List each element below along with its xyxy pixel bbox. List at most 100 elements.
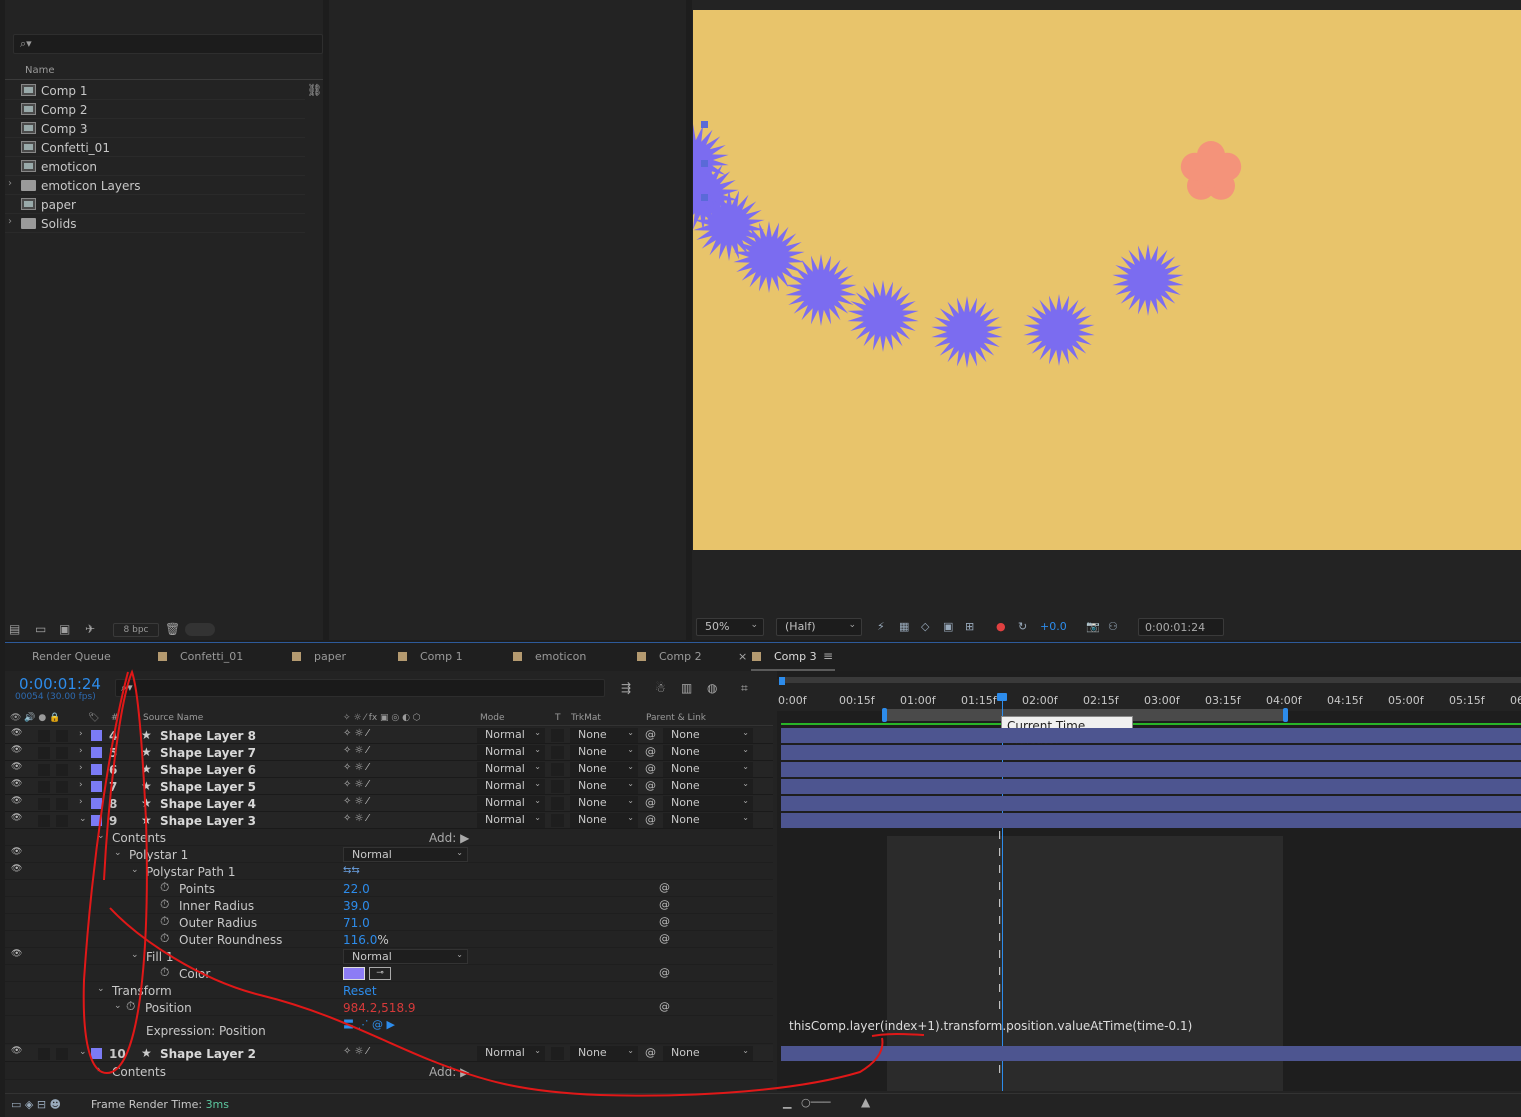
chevron-right-icon[interactable]: ›: [79, 780, 83, 790]
parent-select[interactable]: None ⌄: [663, 762, 753, 777]
chevron-down-icon[interactable]: ⌄: [131, 865, 139, 875]
eye-icon[interactable]: 👁: [11, 813, 22, 823]
motion-blur-icon[interactable]: ◍: [707, 681, 717, 695]
close-tab-icon[interactable]: ×: [738, 650, 747, 663]
path-direction-icon[interactable]: ⇆⇆: [343, 865, 360, 876]
expression-text[interactable]: thisComp.layer(index+1).transform.positi…: [789, 1019, 1192, 1033]
snapshot-icon[interactable]: 📷: [1086, 620, 1100, 633]
property-transform[interactable]: ⌄ Transform Reset: [5, 982, 773, 999]
mode-select[interactable]: Normal ⌄: [477, 1046, 545, 1061]
layer-row[interactable]: 👁 ⌄ 9 ★ Shape Layer 3 ✧ ☼ ⁄ Normal ⌄ None ⌄ @ None ⌄: [5, 812, 773, 829]
lock-toggle[interactable]: [56, 815, 68, 827]
property-contents-layer10[interactable]: › Contents Add: ▶: [5, 1063, 773, 1080]
tab-comp-1[interactable]: Comp 1: [420, 650, 463, 663]
lock-toggle[interactable]: [56, 730, 68, 742]
tab-confetti[interactable]: Confetti_01: [180, 650, 243, 663]
eye-icon[interactable]: 👁: [11, 728, 22, 738]
layer-switches[interactable]: ✧ ☼ ⁄: [343, 1046, 368, 1057]
eye-icon[interactable]: 👁: [11, 779, 22, 789]
mode-select[interactable]: Normal ⌄: [477, 813, 545, 828]
eye-icon[interactable]: 👁: [11, 864, 22, 874]
trash-icon[interactable]: 🗑: [165, 622, 180, 636]
parent-select[interactable]: None ⌄: [663, 745, 753, 760]
chevron-down-icon[interactable]: ⌄: [114, 1001, 122, 1011]
layer-duration-bar[interactable]: [781, 796, 1521, 811]
composition-canvas[interactable]: [693, 10, 1521, 550]
preserve-transparency-toggle[interactable]: [551, 814, 564, 827]
trkmat-select[interactable]: None ⌄: [570, 762, 638, 777]
chevron-down-icon[interactable]: ⌄: [114, 848, 122, 858]
mask-visibility-icon[interactable]: ◇: [921, 620, 929, 633]
tab-paper[interactable]: paper: [314, 650, 346, 663]
add-button[interactable]: Add: ▶: [429, 831, 469, 845]
parent-select[interactable]: None ⌄: [663, 796, 753, 811]
parent-pickwhip-icon[interactable]: @: [645, 1046, 656, 1059]
layer-name[interactable]: Shape Layer 5: [160, 780, 256, 794]
layer-name[interactable]: Shape Layer 6: [160, 763, 256, 777]
region-of-interest-icon[interactable]: ▣: [943, 620, 953, 633]
fast-previews-icon[interactable]: ⚡: [877, 620, 885, 633]
work-area-start-handle[interactable]: [882, 708, 887, 722]
time-ruler[interactable]: 0:00f 00:15f 01:00f 01:15f 02:00f 02:15f 03:00…: [777, 679, 1521, 711]
property-outer-radius[interactable]: ⏱ Outer Radius 71.0 @: [5, 914, 773, 931]
source-name-header[interactable]: Source Name: [143, 713, 203, 723]
points-value[interactable]: 22.0: [343, 882, 370, 896]
eye-icon[interactable]: 👁: [11, 847, 22, 857]
inner-radius-value[interactable]: 39.0: [343, 899, 370, 913]
layer-row[interactable]: 👁 › 6 ★ Shape Layer 6 ✧ ☼ ⁄ Normal ⌄ None ⌄ @ None ⌄: [5, 761, 773, 778]
pickwhip-icon[interactable]: @: [659, 966, 670, 979]
label-color-swatch[interactable]: [91, 781, 102, 792]
new-comp-icon[interactable]: ▣: [59, 622, 70, 636]
switches-icons[interactable]: ✧ ☼ ⁄ fx ▣ ◎ ◐ ⬡: [343, 713, 421, 723]
trkmat-select[interactable]: None ⌄: [570, 779, 638, 794]
lock-toggle[interactable]: [56, 798, 68, 810]
label-color-swatch[interactable]: [91, 764, 102, 775]
show-snapshot-icon[interactable]: ⚇: [1108, 620, 1118, 633]
work-area-end-handle[interactable]: [1283, 708, 1288, 722]
exposure-value[interactable]: +0.0: [1040, 620, 1067, 633]
lock-toggle[interactable]: [56, 747, 68, 759]
render-icon[interactable]: ✈: [85, 622, 95, 636]
project-item[interactable]: › Solids: [5, 214, 305, 233]
solo-toggle[interactable]: [38, 730, 50, 742]
transparency-grid-icon[interactable]: ▦: [899, 620, 909, 633]
chevron-right-icon[interactable]: ›: [79, 729, 83, 739]
project-item[interactable]: paper: [5, 195, 305, 214]
viewer-time-display[interactable]: 0:00:01:24: [1138, 618, 1224, 636]
solo-toggle[interactable]: [38, 1048, 50, 1060]
layer-row[interactable]: 👁 › 5 ★ Shape Layer 7 ✧ ☼ ⁄ Normal ⌄ None ⌄ @ None ⌄: [5, 744, 773, 761]
solo-toggle[interactable]: [38, 815, 50, 827]
property-outer-roundness[interactable]: ⏱ Outer Roundness 116.0% @: [5, 931, 773, 948]
tab-comp-2[interactable]: Comp 2: [659, 650, 702, 663]
new-folder-icon[interactable]: ▭: [35, 622, 46, 636]
layer-duration-bar[interactable]: [781, 745, 1521, 760]
time-graph[interactable]: 0:00f 00:15f 01:00f 01:15f 02:00f 02:15f 03:00…: [777, 671, 1521, 1091]
chevron-right-icon[interactable]: ›: [79, 797, 83, 807]
layer-name[interactable]: Shape Layer 7: [160, 746, 256, 760]
zoom-select[interactable]: 50% ⌄: [696, 618, 764, 636]
stopwatch-icon[interactable]: ⏱: [126, 999, 135, 1014]
chevron-right-icon[interactable]: ›: [79, 763, 83, 773]
position-value[interactable]: 984.2,518.9: [343, 1001, 416, 1015]
project-item[interactable]: Confetti_01: [5, 138, 305, 157]
preserve-transparency-toggle[interactable]: [551, 1047, 564, 1060]
layer-duration-bar[interactable]: [781, 779, 1521, 794]
av-features-icons[interactable]: 👁 🔊 ● 🔒: [10, 713, 60, 723]
mode-select[interactable]: Normal ⌄: [477, 796, 545, 811]
layer-name[interactable]: Shape Layer 2: [160, 1047, 256, 1061]
lock-toggle[interactable]: [56, 764, 68, 776]
pickwhip-icon[interactable]: @: [659, 898, 670, 911]
bounding-handle[interactable]: [701, 194, 708, 201]
expression-controls-icons[interactable]: 〓 ⋰ @ ▶: [343, 1016, 395, 1032]
property-contents[interactable]: ⌄ Contents Add: ▶: [5, 829, 773, 846]
stopwatch-icon[interactable]: ⏱: [160, 965, 169, 980]
channel-icon[interactable]: ●: [996, 620, 1006, 633]
eye-icon[interactable]: 👁: [11, 745, 22, 755]
comp-flowchart-icon[interactable]: ⇶: [621, 681, 631, 695]
color-swatch[interactable]: [343, 967, 365, 980]
project-search-input[interactable]: ⌕▾: [13, 34, 323, 54]
mode-select[interactable]: Normal ⌄: [477, 728, 545, 743]
solo-toggle[interactable]: [38, 798, 50, 810]
zoom-out-icon[interactable]: ▁: [783, 1096, 791, 1109]
zoom-slider[interactable]: ○───: [801, 1096, 830, 1109]
